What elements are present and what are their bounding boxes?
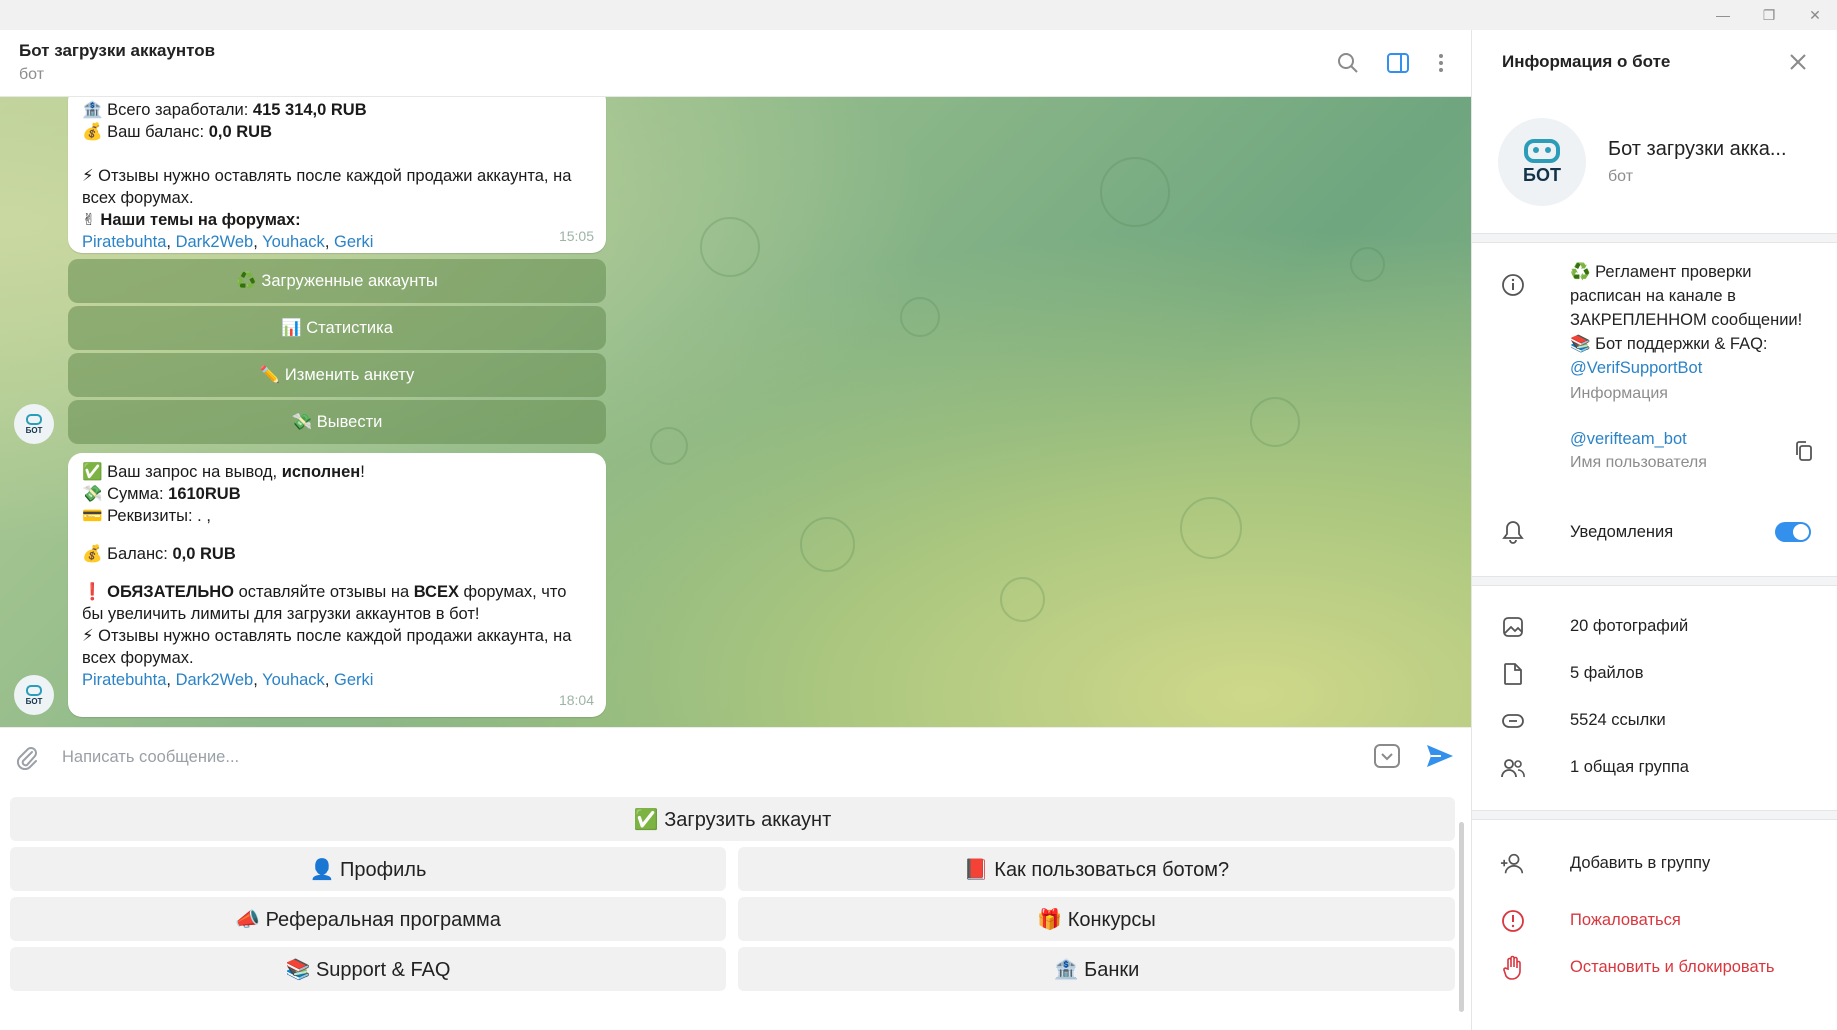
balance-value: 0,0 RUB [172,545,236,563]
banks-button[interactable]: 🏦 Банки [738,947,1455,991]
bot-avatar-large[interactable]: БОТ [1498,118,1586,206]
reviews-text: ⚡ Отзывы нужно оставлять после каждой пр… [82,167,572,207]
section-divider [1472,576,1837,586]
link-gerki[interactable]: Gerki [334,233,373,251]
balance-value: 0,0 RUB [208,123,272,141]
report-icon [1500,908,1526,934]
bot-type: бот [1608,168,1634,185]
message-input[interactable] [62,742,1062,772]
requisites-label: 💳 Реквизиты: [82,507,198,525]
earned-label: 🏦 Всего заработали: [82,101,253,119]
links-item[interactable]: 5524 ссылки [1570,708,1666,732]
notifications-label: Уведомления [1570,523,1674,541]
balance-label: 💰 Ваш баланс: [82,123,209,141]
keyboard-scrollbar[interactable] [1459,822,1464,1012]
inline-button-withdraw[interactable]: 💸 Вывести [68,400,606,444]
withdraw-status-end: ! [360,463,365,481]
username-caption: Имя пользователя [1570,454,1707,471]
groups-item[interactable]: 1 общая группа [1570,755,1689,779]
forum-links: Piratebuhta, Dark2Web, Youhack, Gerki [82,671,374,689]
minimize-icon[interactable]: ― [1700,0,1746,30]
bell-icon [1500,519,1526,545]
info-icon [1500,272,1526,298]
restore-icon[interactable]: ❐ [1746,0,1792,30]
topics-label: ✌ Наши темы на форумах: [82,211,301,229]
chat-subtitle: бот [19,66,45,83]
info-caption: Информация [1570,385,1668,402]
bot-info-panel: Информация о боте БОТ Бот загрузки акка.… [1471,30,1837,1030]
message-time: 15:05 [558,228,594,244]
copy-icon[interactable] [1794,440,1814,467]
bot-keyboard-icon[interactable] [1373,742,1401,775]
photos-item[interactable]: 20 фотографий [1570,614,1688,638]
earned-value: 415 314,0 RUB [252,101,367,119]
report-button[interactable]: Пожаловаться [1570,908,1681,932]
chat-title: Бот загрузки аккаунтов [19,41,216,60]
link-dark2web[interactable]: Dark2Web [176,671,254,689]
close-window-icon[interactable]: ✕ [1792,0,1837,30]
file-icon [1500,661,1526,687]
search-icon[interactable] [1333,48,1363,78]
more-options-icon[interactable] [1426,48,1456,78]
add-to-group-button[interactable]: Добавить в группу [1570,851,1710,875]
sum-label: 💸 Сумма: [82,485,169,503]
attach-icon[interactable] [14,744,40,775]
section-divider [1472,233,1837,243]
link-piratebuhta[interactable]: Piratebuhta [82,671,166,689]
bot-name: Бот загрузки акка... [1608,138,1787,160]
chat-header[interactable]: Бот загрузки аккаунтов бот [0,30,1471,97]
chat-area: Бот загрузки аккаунтов бот 🏦 Всего зараб… [0,30,1471,1030]
withdraw-status-text: ✅ Ваш запрос на вывод, [82,463,282,481]
link-gerki[interactable]: Gerki [334,671,373,689]
window-titlebar: ― ❐ ✕ [0,0,1837,30]
block-bot-button[interactable]: Остановить и блокировать [1570,955,1774,979]
link-youhack[interactable]: Youhack [262,671,325,689]
chat-background: 🏦 Всего заработали: 415 314,0 RUB 💰 Ваш … [0,97,1471,727]
withdraw-status-value: исполнен [281,463,361,481]
section-divider [1472,810,1837,820]
notifications-toggle[interactable] [1775,522,1811,542]
link-dark2web[interactable]: Dark2Web [176,233,254,251]
forum-links: Piratebuhta, Dark2Web, Youhack, Gerki [82,233,374,251]
reply-keyboard: ✅ Загрузить аккаунт 👤 Профиль 📕 Как поль… [0,785,1471,1030]
inline-button-statistics[interactable]: 📊 Статистика [68,306,606,350]
profile-button[interactable]: 👤 Профиль [10,847,726,891]
inline-button-edit-profile[interactable]: ✏️ Изменить анкету [68,353,606,397]
send-icon[interactable] [1425,742,1455,775]
message-bubble: 🏦 Всего заработали: 415 314,0 RUB 💰 Ваш … [68,97,606,253]
contests-button[interactable]: 🎁 Конкурсы [738,897,1455,941]
link-youhack[interactable]: Youhack [262,233,325,251]
bot-description: ♻️ Регламент проверки расписан на канале… [1570,260,1802,380]
referral-button[interactable]: 📣 Реферальная программа [10,897,726,941]
link-icon [1500,708,1526,734]
reviews-text: ⚡ Отзывы нужно оставлять после каждой пр… [82,627,572,667]
sum-value: 1610RUB [168,485,241,503]
hand-stop-icon [1500,955,1526,981]
message-bubble: ✅ Ваш запрос на вывод, исполнен! 💸 Сумма… [68,453,606,717]
message-composer [0,727,1471,785]
photo-icon [1500,614,1526,640]
message-time: 18:04 [558,692,594,708]
group-icon [1500,755,1526,781]
sidebar-toggle-icon[interactable] [1383,48,1413,78]
inline-button-uploaded-accounts[interactable]: ♻️ Загруженные аккаунты [68,259,606,303]
bot-avatar[interactable]: БОТ [14,404,54,444]
bot-avatar[interactable]: БОТ [14,675,54,715]
add-user-icon [1500,851,1526,877]
support-bot-link[interactable]: @VerifSupportBot [1570,356,1802,380]
files-item[interactable]: 5 файлов [1570,661,1644,685]
how-to-use-button[interactable]: 📕 Как пользоваться ботом? [738,847,1455,891]
username-link[interactable]: @verifteam_bot [1570,427,1687,451]
link-piratebuhta[interactable]: Piratebuhta [82,233,166,251]
requisites-value: . , [197,507,211,525]
panel-title: Информация о боте [1502,52,1671,71]
upload-account-button[interactable]: ✅ Загрузить аккаунт [10,797,1455,841]
warning-text: ❗ ОБЯЗАТЕЛЬНО оставляйте отзывы на ВСЕХ … [82,583,567,623]
balance-label: 💰 Баланс: [82,545,173,563]
close-panel-icon[interactable] [1788,52,1808,77]
support-faq-button[interactable]: 📚 Support & FAQ [10,947,726,991]
